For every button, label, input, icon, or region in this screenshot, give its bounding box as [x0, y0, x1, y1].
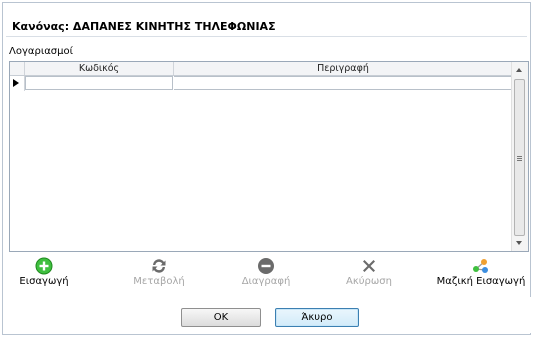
- current-row-arrow-icon: [13, 79, 19, 87]
- scroll-up-icon[interactable]: [516, 68, 522, 72]
- scroll-down-icon[interactable]: [516, 241, 522, 245]
- column-header-code[interactable]: Κωδικός: [25, 62, 174, 75]
- accounts-grid[interactable]: Κωδικός Περιγραφή: [9, 61, 529, 252]
- grip-line: [517, 156, 522, 157]
- scrollbar-thumb[interactable]: [514, 79, 525, 236]
- cancel-button[interactable]: Άκυρο: [275, 308, 359, 327]
- insert-label: Εισαγωγή: [19, 276, 69, 287]
- column-header-description[interactable]: Περιγραφή: [174, 62, 512, 75]
- description-cell[interactable]: [174, 76, 512, 90]
- code-cell[interactable]: [25, 76, 173, 90]
- grip-line: [517, 160, 522, 161]
- ok-button[interactable]: OK: [181, 308, 261, 327]
- close-icon: [363, 260, 375, 272]
- edit-label: Μεταβολή: [133, 276, 185, 287]
- row-indicator-header: [10, 62, 25, 75]
- bulk-insert-button[interactable]: Μαζική Εισαγωγή: [433, 255, 529, 289]
- grid-header: Κωδικός Περιγραφή: [10, 62, 512, 76]
- dialog-title: Κανόνας: ΔΑΠΑΝΕΣ ΚΙΝΗΤΗΣ ΤΗΛΕΦΩΝΙΑΣ: [12, 20, 276, 33]
- grip-line: [517, 158, 522, 159]
- delete-label: Διαγραφή: [241, 276, 291, 287]
- accounts-label: Λογαριασμοί: [9, 46, 73, 57]
- edit-button[interactable]: Μεταβολή: [124, 255, 194, 289]
- delete-button[interactable]: Διαγραφή: [231, 255, 301, 289]
- bulk-insert-label: Μαζική Εισαγωγή: [436, 276, 526, 287]
- add-icon: [35, 257, 53, 275]
- cancel-edit-button[interactable]: Ακύρωση: [334, 255, 404, 289]
- dialog-button-bar: OK Άκυρο: [3, 297, 531, 333]
- vertical-scrollbar[interactable]: [511, 62, 528, 251]
- grid-toolbar: Εισαγωγή Μεταβολή Διαγραφή Ακύρωση Μαζικ…: [9, 255, 529, 289]
- table-row[interactable]: [10, 76, 512, 91]
- refresh-icon: [152, 259, 166, 273]
- bulk-import-icon: [473, 259, 488, 273]
- row-indicator: [10, 76, 25, 91]
- cancel-edit-label: Ακύρωση: [346, 276, 392, 287]
- insert-button[interactable]: Εισαγωγή: [9, 255, 79, 289]
- minus-icon: [258, 258, 274, 274]
- header-divider: [6, 36, 527, 37]
